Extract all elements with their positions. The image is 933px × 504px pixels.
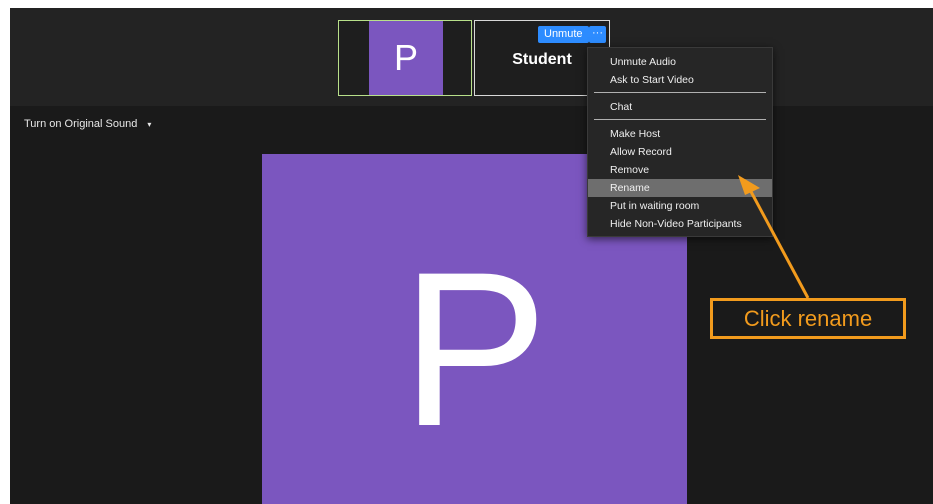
zoom-meeting-window: P Unmute ··· Student Turn on Original So…: [10, 8, 933, 504]
annotation-arrow-icon: [738, 175, 810, 299]
annotation-callout: Click rename: [710, 298, 906, 339]
